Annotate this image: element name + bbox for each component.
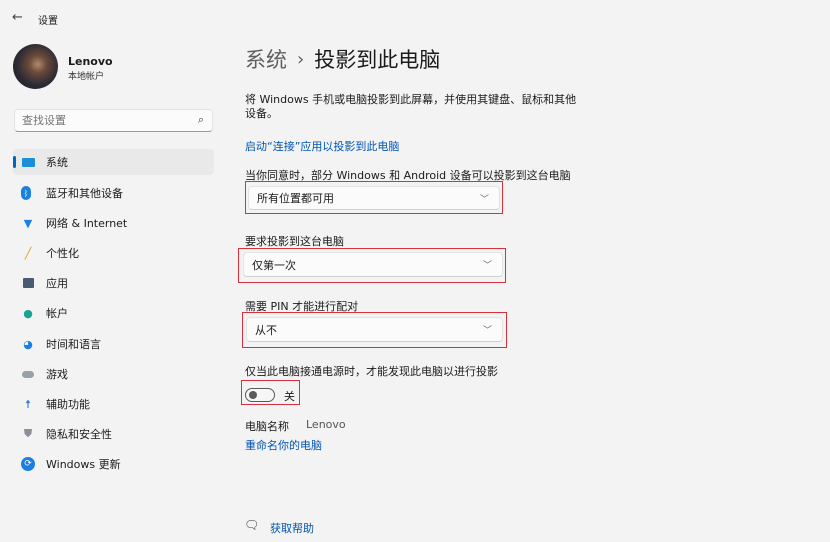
sidebar-item-apps[interactable]: 应用 [13, 270, 214, 296]
search-box[interactable]: ⌕ [14, 109, 213, 132]
breadcrumb-parent[interactable]: 系统 [245, 44, 287, 74]
sidebar-item-windows-update[interactable]: ⟳ Windows 更新 [13, 451, 214, 477]
sidebar-item-system[interactable]: 系统 [13, 149, 214, 175]
chevron-down-icon: ﹀ [482, 326, 492, 336]
launch-connect-link[interactable]: 启动“连接”应用以投影到此电脑 [245, 138, 399, 154]
account-type: 本地帐户 [68, 72, 105, 82]
power-toggle[interactable] [245, 388, 275, 402]
ask-dropdown[interactable]: 仅第一次 ﹀ [243, 252, 503, 277]
get-help-link[interactable]: 获取帮助 [270, 520, 314, 536]
power-toggle-state: 关 [284, 390, 295, 403]
back-button[interactable]: ← [12, 10, 23, 25]
person-icon: ● [23, 306, 33, 320]
sidebar-item-bluetooth[interactable]: ᛒ 蓝牙和其他设备 [13, 180, 214, 206]
sidebar-item-personalization[interactable]: ╱ 个性化 [13, 240, 214, 266]
chevron-down-icon: ﹀ [479, 194, 489, 205]
search-input[interactable] [22, 114, 182, 127]
sidebar-item-privacy[interactable]: ⛊ 隐私和安全性 [13, 421, 214, 447]
pc-name-label: 电脑名称 [245, 420, 289, 433]
rename-pc-link[interactable]: 重命名你的电脑 [245, 437, 322, 453]
brush-icon: ╱ [24, 246, 32, 260]
sidebar-item-time-language[interactable]: ◕ 时间和语言 [13, 331, 214, 357]
pc-name-value: Lenovo [306, 418, 346, 431]
user-name: Lenovo [68, 55, 113, 68]
accessibility-icon: ☨ [25, 397, 31, 411]
sidebar-item-network[interactable]: ▼ 网络 & Internet [13, 210, 214, 236]
update-icon: ⟳ [21, 457, 35, 471]
toggle-knob [249, 391, 257, 399]
window-title: 设置 [38, 16, 58, 27]
description: 将 Windows 手机或电脑投影到此屏幕，并使用其键盘、鼠标和其他设备。 [245, 93, 577, 120]
shield-icon: ⛊ [23, 427, 33, 440]
globe-clock-icon: ◕ [23, 337, 33, 351]
bluetooth-icon: ᛒ [21, 186, 31, 200]
search-icon[interactable]: ⌕ [198, 113, 204, 127]
chevron-down-icon: ﹀ [482, 261, 492, 271]
pin-dropdown[interactable]: 从不 ﹀ [246, 317, 503, 342]
page-title: 投影到此电脑 [314, 48, 441, 72]
avatar [13, 44, 58, 89]
selection-indicator [13, 156, 16, 168]
apps-icon [21, 276, 35, 290]
help-icon: 🗨 [244, 518, 260, 532]
sidebar-item-accounts[interactable]: ● 帐户 [13, 300, 214, 326]
sidebar-item-accessibility[interactable]: ☨ 辅助功能 [13, 391, 214, 417]
ask-label: 要求投影到这台电脑 [245, 235, 344, 248]
availability-dropdown[interactable]: 所有位置都可用 ﹀ [248, 186, 500, 210]
monitor-icon [21, 155, 35, 169]
wifi-icon: ▼ [23, 216, 33, 230]
breadcrumb: 系统 › 投影到此电脑 [245, 44, 440, 74]
gamepad-icon [21, 367, 35, 381]
breadcrumb-separator: › [297, 48, 305, 70]
power-label: 仅当此电脑接通电源时，才能发现此电脑以进行投影 [245, 365, 498, 378]
sidebar-item-gaming[interactable]: 游戏 [13, 361, 214, 387]
